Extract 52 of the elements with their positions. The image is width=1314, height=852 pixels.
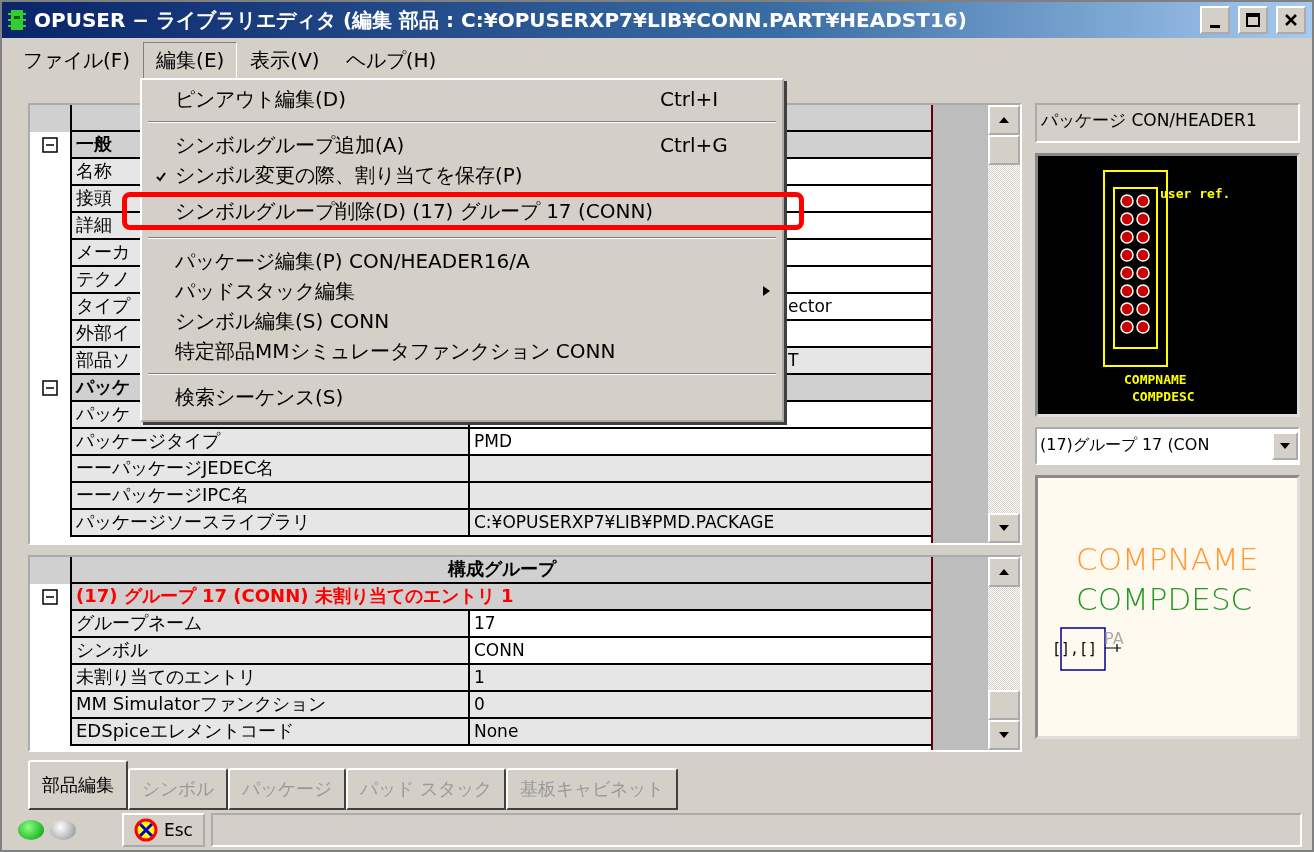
property-name: シンボル — [72, 637, 470, 665]
package-field[interactable]: パッケージ CON/HEADER1 — [1035, 102, 1300, 143]
property-name: グループネーム — [72, 610, 470, 638]
property-name: ーーパッケージJEDEC名 — [72, 455, 470, 483]
property-value[interactable]: 1 — [470, 664, 932, 692]
maximize-button[interactable] — [1238, 6, 1268, 35]
minimize-button[interactable] — [1200, 6, 1230, 35]
component-name-label: COMPNAME — [1124, 371, 1187, 387]
cancel-icon — [134, 817, 158, 842]
scroll-down-button[interactable] — [988, 512, 1020, 543]
menu-option[interactable]: シンボルグループ追加(A) Ctrl+G — [142, 130, 782, 161]
scroll-up-button[interactable] — [988, 104, 1020, 135]
tab[interactable]: 部品編集 — [28, 759, 128, 810]
property-name: パッケージタイプ — [72, 428, 470, 456]
dropdown-arrow-icon — [1279, 440, 1291, 451]
property-value[interactable]: C:¥OPUSERXP7¥LIB¥PMD.PACKAGE — [470, 509, 932, 537]
collapse-icon[interactable] — [42, 589, 58, 606]
section-title: (17) グループ 17 (CONN) 未割り当てのエントリ 1 — [72, 583, 932, 611]
property-value[interactable] — [470, 455, 932, 483]
property-value[interactable]: 0 — [470, 691, 932, 719]
app-icon — [8, 8, 26, 33]
component-description-label: COMPDESC — [1132, 388, 1195, 404]
property-name: MM Simulatorファンクション — [72, 691, 470, 719]
property-name: パッケージソースライブラリ — [72, 509, 470, 537]
menu-item[interactable]: ヘルプ(H) — [332, 42, 450, 80]
scroll-up-button[interactable] — [988, 556, 1020, 587]
menu-item[interactable]: ファイル(F) — [10, 42, 144, 80]
collapse-icon[interactable] — [42, 137, 58, 154]
property-value[interactable]: None — [470, 718, 932, 746]
property-name: 未割り当てのエントリ — [72, 664, 470, 692]
component-name-label: COMPNAME — [1076, 540, 1259, 577]
menu-option[interactable]: シンボルグループ削除(D) (17) グループ 17 (CONN) — [122, 192, 804, 231]
maximize-icon — [1246, 13, 1260, 28]
scrollbar-thumb[interactable] — [988, 689, 1020, 720]
property-value[interactable] — [470, 482, 932, 510]
component-description-label: COMPDESC — [1076, 580, 1253, 617]
grid-header: 構成グループ — [72, 556, 932, 584]
menu-item[interactable]: 表示(V) — [237, 42, 333, 80]
group-dropdown[interactable]: (17)グループ 17 (CON — [1035, 426, 1300, 465]
scroll-down-button[interactable] — [988, 719, 1020, 750]
down-arrow-icon — [998, 729, 1011, 740]
menu-option[interactable]: ピンアウト編集(D) Ctrl+I — [142, 84, 782, 115]
minimize-icon — [1210, 24, 1220, 28]
scrollbar-thumb[interactable] — [988, 134, 1020, 165]
close-button[interactable] — [1276, 6, 1306, 35]
down-arrow-icon — [998, 522, 1011, 533]
escape-button[interactable]: Esc — [122, 812, 205, 847]
property-name: ーーパッケージIPC名 — [72, 482, 470, 510]
property-name: EDSpiceエレメントコード — [72, 718, 470, 746]
collapse-icon[interactable] — [42, 380, 58, 397]
window-title: OPUSER − ライブラリエディタ (編集 部品 : C:¥OPUSERXP7¥LIB¥CONN.PART¥HEADST16) — [34, 6, 968, 34]
close-icon — [1284, 13, 1298, 28]
